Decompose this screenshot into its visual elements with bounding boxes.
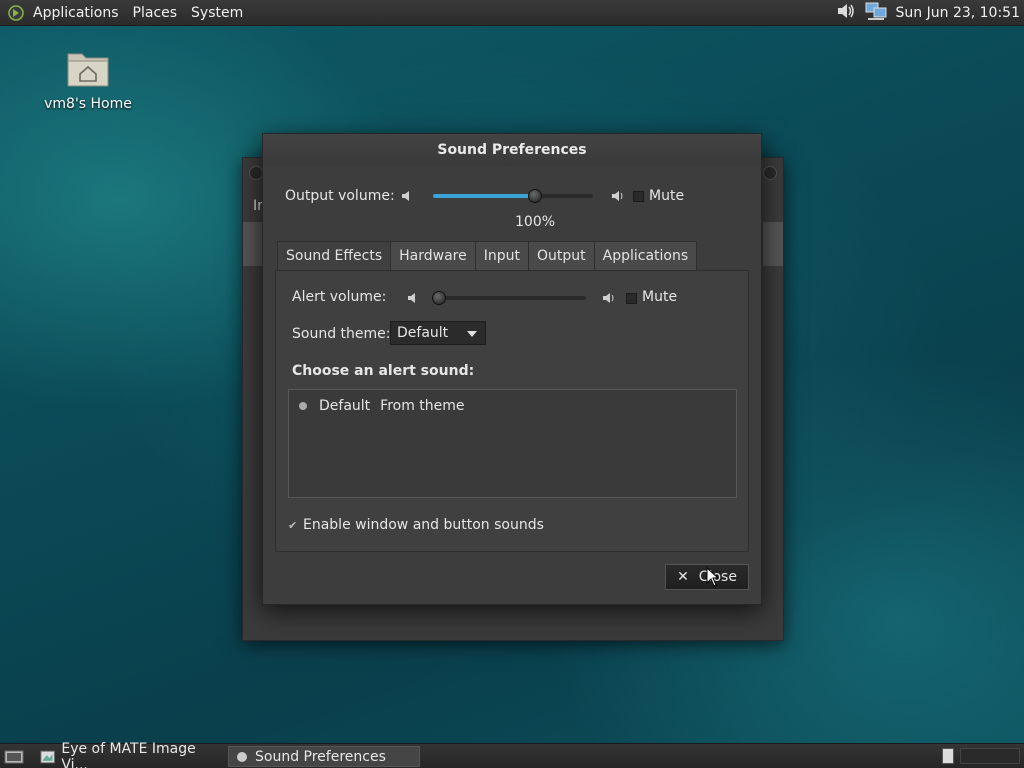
checkmark-icon[interactable]: ✔ [288, 520, 299, 531]
sound-effects-panel: Alert volume: Mute Sound theme: Default … [275, 270, 749, 552]
alert-speaker-high-icon [602, 291, 616, 305]
top-panel: Applications Places System Sun Jun 23, 1… [0, 0, 1024, 26]
sound-theme-dropdown[interactable]: Default [390, 321, 486, 345]
output-volume-knob[interactable] [528, 189, 543, 203]
mate-logo-icon[interactable] [6, 3, 26, 23]
task-label: Sound Preferences [255, 748, 386, 765]
bg-window-left-arrow[interactable] [243, 222, 263, 266]
alert-mute-checkbox[interactable] [626, 293, 637, 304]
alert-sound-list[interactable]: Default From theme [288, 389, 737, 498]
dropdown-arrow-icon [467, 331, 477, 337]
sound-name: Default [319, 398, 371, 414]
alert-speaker-low-icon [407, 291, 421, 305]
alert-volume-slider[interactable] [432, 291, 586, 305]
task-eye-of-mate[interactable]: Eye of MATE Image Vi... [34, 741, 226, 768]
desktop-home-icon[interactable]: vm8's Home [40, 48, 136, 112]
sound-type: From theme [380, 398, 465, 414]
alert-volume-label: Alert volume: [292, 289, 387, 305]
workspace-switcher-area[interactable] [960, 748, 1020, 764]
show-desktop-button[interactable] [2, 746, 26, 767]
output-volume-percent: 100% [515, 214, 556, 230]
menu-applications[interactable]: Applications [26, 0, 126, 26]
close-icon: ✕ [677, 569, 689, 585]
output-mute-label: Mute [649, 188, 685, 204]
bottom-panel: Eye of MATE Image Vi... Sound Preference… [0, 741, 1024, 768]
clock[interactable]: Sun Jun 23, 10:51 [896, 5, 1020, 21]
tab-hardware[interactable]: Hardware [391, 241, 476, 271]
home-folder-icon [66, 48, 110, 88]
sound-app-icon [237, 751, 247, 762]
task-label: Eye of MATE Image Vi... [61, 740, 196, 768]
menu-system[interactable]: System [184, 0, 250, 26]
output-volume-slider[interactable] [433, 189, 593, 203]
task-sound-preferences[interactable]: Sound Preferences [228, 746, 420, 767]
volume-tray-icon[interactable] [836, 2, 856, 24]
sound-theme-value: Default [397, 325, 449, 341]
list-item[interactable]: Default From theme [299, 398, 465, 414]
output-volume-row: Output volume: Mute 100% [285, 186, 745, 230]
tab-sound-effects[interactable]: Sound Effects [277, 241, 392, 271]
choose-alert-label: Choose an alert sound: [292, 363, 475, 379]
alert-volume-knob[interactable] [432, 291, 446, 305]
enable-sounds-label: Enable window and button sounds [303, 517, 544, 533]
alert-mute-label: Mute [642, 289, 678, 305]
tab-input[interactable]: Input [475, 241, 529, 271]
radio-icon[interactable] [299, 402, 307, 410]
panel-tray: Sun Jun 23, 10:51 [836, 0, 1020, 26]
enable-sounds-row[interactable]: ✔ Enable window and button sounds [288, 517, 544, 533]
tab-output[interactable]: Output [528, 241, 595, 271]
speaker-high-icon [611, 189, 625, 203]
bg-window-button[interactable] [763, 166, 777, 180]
tab-applications[interactable]: Applications [594, 241, 698, 271]
bg-window-right-arrow[interactable] [763, 222, 783, 266]
image-viewer-icon [40, 750, 55, 763]
menu-places[interactable]: Places [126, 0, 185, 26]
bg-window-button[interactable] [249, 166, 263, 180]
output-mute-checkbox[interactable] [633, 191, 644, 202]
network-tray-icon[interactable] [864, 1, 888, 25]
sound-theme-label: Sound theme: [292, 326, 391, 342]
speaker-low-icon [401, 189, 415, 203]
desktop-home-label: vm8's Home [44, 96, 132, 112]
dialog-title[interactable]: Sound Preferences [263, 134, 761, 166]
workspace-switcher[interactable] [942, 748, 954, 764]
sound-preferences-dialog: Sound Preferences Output volume: Mute 10… [262, 133, 762, 605]
output-volume-fill [433, 194, 536, 198]
tab-bar: Sound Effects Hardware Input Output Appl… [277, 241, 698, 271]
output-volume-label: Output volume: [285, 188, 395, 204]
